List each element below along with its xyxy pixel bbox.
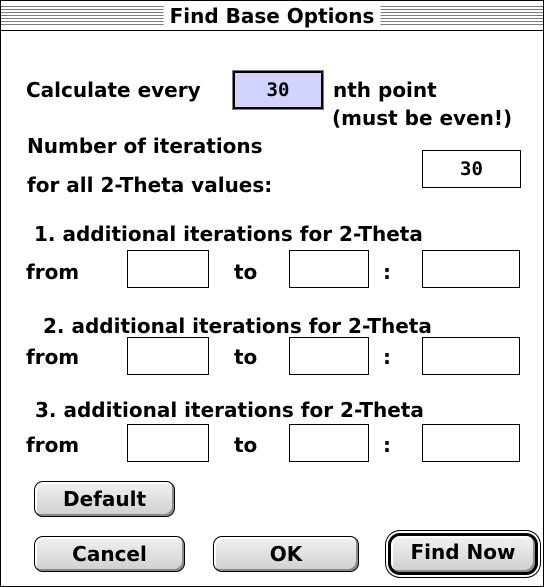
calc-nth-point-label: nth point bbox=[333, 78, 437, 102]
ok-button[interactable]: OK bbox=[213, 536, 359, 572]
range-1-to-input[interactable] bbox=[289, 250, 369, 288]
find-base-options-dialog: Find Base Options Calculate every 30 nth… bbox=[0, 0, 544, 587]
calc-even-note: (must be even!) bbox=[332, 106, 513, 130]
range-2-to-input[interactable] bbox=[289, 337, 369, 375]
range-3-to-label: to bbox=[234, 433, 258, 457]
range-2-from-label: from bbox=[26, 345, 80, 369]
range-2-heading: 2. additional iterations for 2-Theta bbox=[43, 314, 432, 338]
range-1-heading: 1. additional iterations for 2-Theta bbox=[34, 222, 423, 246]
range-1-to-label: to bbox=[234, 260, 258, 284]
range-2-from-input[interactable] bbox=[127, 337, 209, 375]
iterations-label-line2: for all 2-Theta values: bbox=[27, 173, 273, 197]
calc-every-input[interactable]: 30 bbox=[232, 70, 324, 110]
range-2-iterations-input[interactable] bbox=[422, 337, 520, 375]
find-now-button[interactable]: Find Now bbox=[388, 533, 538, 575]
iterations-label-line1: Number of iterations bbox=[27, 134, 263, 158]
range-2-to-label: to bbox=[234, 345, 258, 369]
range-2-colon: : bbox=[383, 345, 391, 369]
default-button[interactable]: Default bbox=[34, 481, 175, 517]
range-1-iterations-input[interactable] bbox=[422, 250, 520, 288]
range-1-from-input[interactable] bbox=[127, 250, 209, 288]
range-1-colon: : bbox=[383, 260, 391, 284]
cancel-button[interactable]: Cancel bbox=[34, 536, 185, 572]
range-3-from-label: from bbox=[26, 433, 80, 457]
range-3-from-input[interactable] bbox=[127, 424, 209, 462]
window-title: Find Base Options bbox=[163, 4, 381, 28]
range-3-heading: 3. additional iterations for 2-Theta bbox=[35, 398, 424, 422]
iterations-input[interactable]: 30 bbox=[422, 150, 521, 188]
range-3-colon: : bbox=[383, 433, 391, 457]
range-1-from-label: from bbox=[26, 260, 80, 284]
range-3-iterations-input[interactable] bbox=[422, 424, 520, 462]
range-3-to-input[interactable] bbox=[289, 424, 369, 462]
calc-every-label: Calculate every bbox=[26, 78, 201, 102]
